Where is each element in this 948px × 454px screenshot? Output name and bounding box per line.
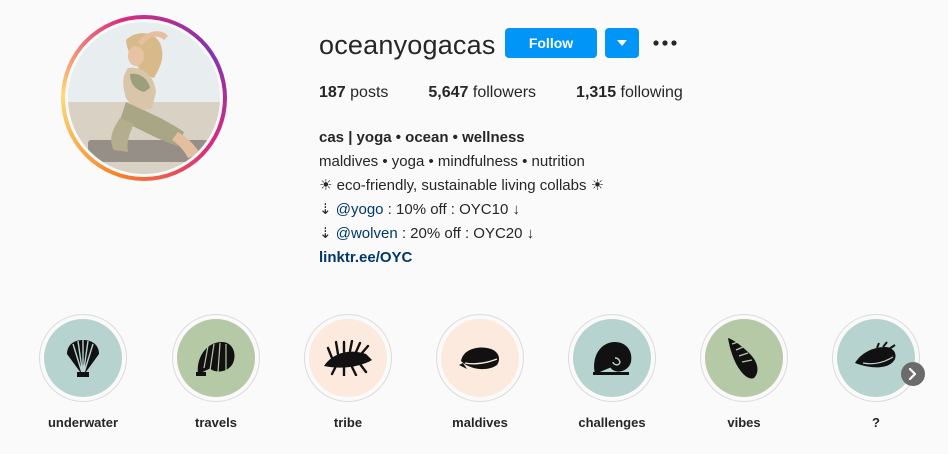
bio-external-link[interactable]: linktr.ee/OYC [319, 246, 604, 270]
profile-bio: cas | yoga • ocean • wellness maldives •… [319, 126, 604, 270]
highlight-ring [832, 314, 920, 402]
follow-button[interactable]: Follow [505, 28, 597, 58]
stat-following[interactable]: 1,315 following [576, 84, 683, 102]
stat-posts: 187 posts [319, 84, 388, 102]
stat-followers[interactable]: 5,647 followers [428, 84, 536, 102]
highlight-cover [177, 319, 255, 397]
highlight-cover [44, 319, 122, 397]
story-highlights: underwater travels tribe maldives challe… [39, 314, 948, 444]
highlight-label: maldives [452, 415, 508, 430]
following-label: following [620, 84, 683, 101]
highlight-ring [304, 314, 392, 402]
profile-username: oceanyogacas [319, 30, 496, 60]
highlight-challenges[interactable]: challenges [562, 314, 662, 430]
highlight-ring [436, 314, 524, 402]
suggestions-dropdown-button[interactable] [605, 28, 639, 58]
conch-shell-icon [728, 338, 758, 379]
more-options-button[interactable] [651, 29, 679, 57]
following-count: 1,315 [576, 84, 617, 101]
whelk-shell-icon [855, 341, 896, 368]
profile-stats: 187 posts 5,647 followers 1,315 followin… [319, 84, 723, 102]
highlight-ring [568, 314, 656, 402]
followers-label: followers [472, 84, 537, 101]
ellipsis-icon [653, 40, 677, 46]
mention-yogo-link[interactable]: @yogo [336, 201, 384, 218]
nautilus-shell-icon [196, 342, 235, 376]
highlight-label: ? [872, 415, 880, 430]
bio-line-3-prefix: ⇣ [319, 201, 336, 218]
highlight-ring [39, 314, 127, 402]
bio-line-3: ⇣ @yogo : 10% off : OYC10 ↓ [319, 198, 604, 222]
highlight-label: challenges [578, 415, 646, 430]
posts-count: 187 [319, 84, 346, 101]
scallop-shell-icon [67, 340, 99, 377]
bio-line-4: ⇣ @wolven : 20% off : OYC20 ↓ [319, 222, 604, 246]
bio-line-1: maldives • yoga • mindfulness • nutritio… [319, 153, 585, 170]
highlight-underwater[interactable]: underwater [33, 314, 133, 430]
profile-avatar[interactable] [61, 15, 227, 181]
yoga-pose-illustration [68, 22, 220, 174]
cowrie-shell-icon [459, 347, 499, 370]
highlight-label: vibes [727, 415, 761, 430]
highlight-cover [837, 319, 915, 397]
highlight-vibes[interactable]: vibes [694, 314, 794, 430]
highlight-cover [573, 319, 651, 397]
highlight-label: travels [195, 415, 237, 430]
highlight-travels[interactable]: travels [166, 314, 266, 430]
highlight-tribe[interactable]: tribe [298, 314, 398, 430]
bio-line-4-suffix: : 20% off : OYC20 ↓ [397, 225, 535, 242]
highlight-cover [309, 319, 387, 397]
spiky-shell-icon [324, 340, 372, 376]
mention-wolven-link[interactable]: @wolven [336, 225, 398, 242]
bio-line-2: ☀ eco-friendly, sustainable living colla… [319, 177, 605, 194]
highlight-label: tribe [333, 415, 363, 430]
bio-name: cas | yoga • ocean • wellness [319, 129, 525, 146]
highlight-label: underwater [47, 415, 119, 430]
avatar-border [65, 19, 223, 177]
highlight-ring [700, 314, 788, 402]
avatar-photo [68, 22, 220, 174]
highlight-ring [172, 314, 260, 402]
bio-line-4-prefix: ⇣ [319, 225, 336, 242]
highlights-next-button[interactable] [901, 362, 925, 386]
highlight-maldives[interactable]: maldives [430, 314, 530, 430]
caret-down-icon [617, 40, 627, 46]
snail-shell-icon [593, 342, 632, 375]
chevron-right-icon [908, 368, 917, 380]
posts-label: posts [350, 84, 389, 101]
bio-line-3-suffix: : 10% off : OYC10 ↓ [383, 201, 520, 218]
highlight-cover [705, 319, 783, 397]
followers-count: 5,647 [428, 84, 469, 101]
highlight-cover [441, 319, 519, 397]
